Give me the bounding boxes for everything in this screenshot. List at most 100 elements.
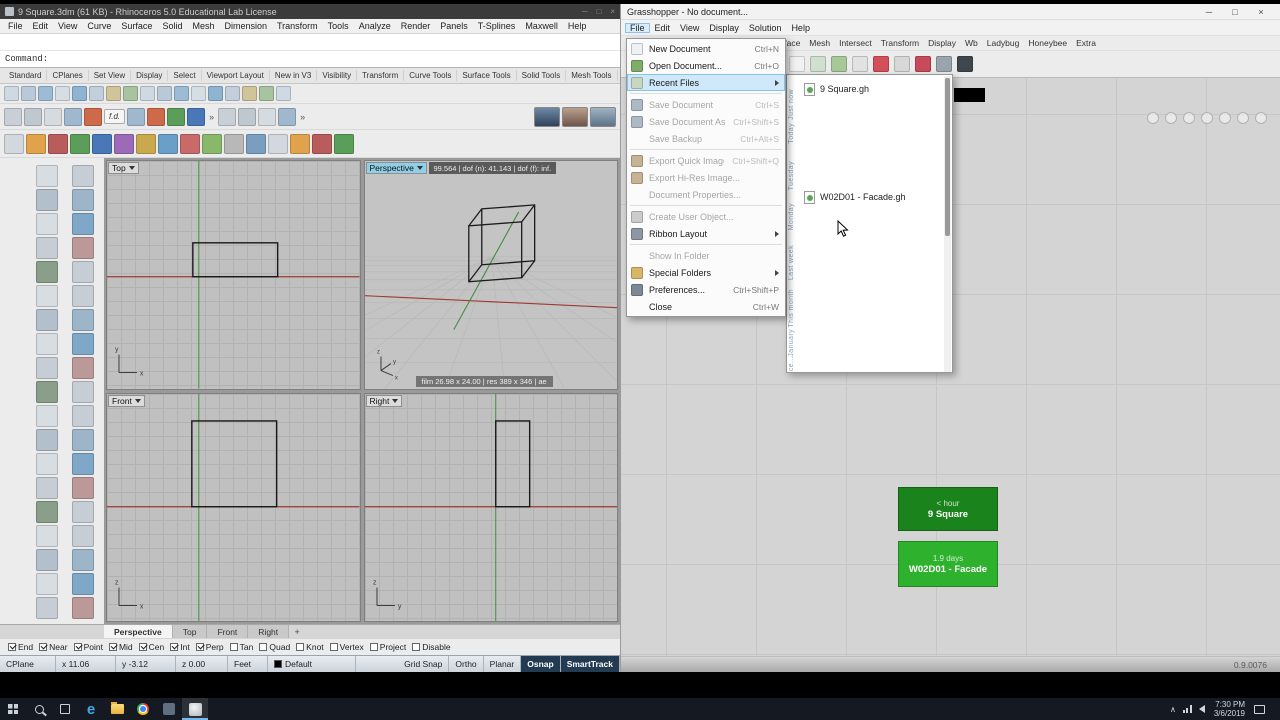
tool-icon[interactable] — [225, 86, 240, 101]
toolbar-overflow-icon[interactable]: » — [207, 112, 216, 122]
tool-icon[interactable] — [72, 86, 87, 101]
recent-file-9-square-gh[interactable]: 9 Square.gh — [804, 81, 869, 97]
square-curve[interactable] — [191, 419, 278, 507]
rhino-menu-help[interactable]: Help — [563, 21, 592, 31]
canvas-widget-icon[interactable] — [1183, 112, 1195, 124]
tool-icon[interactable] — [72, 477, 94, 499]
tool-icon[interactable] — [218, 107, 237, 126]
file-menu-item-save-backup[interactable]: Save Backup Ctrl+Alt+S — [627, 130, 785, 147]
osnap-end[interactable]: End — [8, 642, 33, 652]
osnap-int[interactable]: Int — [170, 642, 190, 652]
tool-icon[interactable] — [36, 429, 58, 451]
tool-icon[interactable] — [72, 357, 94, 379]
tool-icon[interactable] — [89, 86, 104, 101]
tool-icon[interactable] — [64, 107, 82, 126]
rhino-toolbar-tab-surface-tools[interactable]: Surface Tools — [457, 70, 517, 81]
tool-icon[interactable] — [36, 405, 58, 427]
close-icon[interactable]: × — [1248, 5, 1274, 19]
tool-icon[interactable] — [36, 237, 58, 259]
checkbox-project[interactable] — [369, 643, 378, 651]
tool-icon[interactable] — [915, 56, 931, 72]
rectangle-curve[interactable] — [494, 419, 530, 507]
taskbar-icon-rhino[interactable] — [182, 698, 208, 720]
file-menu-item-recent-files[interactable]: Recent Files — [627, 74, 785, 91]
file-menu-item-ribbon-layout[interactable]: Ribbon Layout — [627, 225, 785, 242]
tool-icon[interactable] — [36, 189, 58, 211]
recent-files-scrollbar[interactable] — [944, 76, 951, 372]
gh-menu-file[interactable]: File — [625, 22, 650, 33]
file-menu-item-save-document-as[interactable]: Save Document As... Ctrl+Shift+S — [627, 113, 785, 130]
file-menu-item-show-in-folder[interactable]: Show In Folder — [627, 247, 785, 264]
osnap-quad[interactable]: Quad — [259, 642, 290, 652]
viewport-right-label[interactable]: Right — [365, 394, 403, 407]
hidden-icons-chevron-icon[interactable]: ∧ — [1170, 705, 1176, 714]
tool-icon[interactable] — [36, 213, 58, 235]
action-center-icon[interactable] — [1254, 704, 1265, 714]
minimize-icon[interactable]: ─ — [1196, 5, 1222, 19]
tool-icon[interactable] — [72, 405, 94, 427]
tool-icon[interactable] — [36, 453, 58, 475]
tool-icon[interactable] — [4, 133, 24, 154]
gh-menu-display[interactable]: Display — [704, 23, 744, 33]
taskbar-icon-search[interactable] — [26, 698, 52, 720]
viewport-top-label[interactable]: Top — [108, 162, 139, 174]
checkbox-near[interactable] — [39, 643, 48, 651]
tool-icon[interactable] — [957, 56, 973, 72]
tool-icon[interactable] — [55, 86, 70, 101]
checkbox-point[interactable] — [73, 643, 82, 651]
checkbox-knot[interactable] — [296, 643, 305, 651]
viewport-top[interactable]: Top x y — [106, 160, 361, 390]
tool-icon[interactable] — [136, 133, 156, 154]
file-menu-item-preferences[interactable]: Preferences... Ctrl+Shift+P — [627, 281, 785, 298]
tool-icon[interactable] — [72, 213, 94, 235]
viewport-tab-right[interactable]: Right — [248, 625, 290, 638]
file-menu-item-open-document[interactable]: Open Document... Ctrl+O — [627, 57, 785, 74]
checkbox-disable[interactable] — [412, 643, 421, 651]
tool-icon[interactable] — [26, 133, 46, 154]
tool-icon[interactable] — [180, 133, 200, 154]
rhino-toolbar-tab-display[interactable]: Display — [131, 70, 169, 81]
rhino-toolbar-tab-new-in-v3[interactable]: New in V3 — [270, 70, 318, 81]
tool-icon[interactable] — [167, 107, 186, 126]
rhino-menu-analyze[interactable]: Analyze — [354, 21, 396, 31]
gh-ribbon-tab-intersect[interactable]: Intersect — [839, 38, 872, 48]
network-icon[interactable] — [1182, 705, 1192, 713]
tool-icon[interactable] — [84, 107, 102, 126]
viewport-right[interactable]: Right y z — [363, 392, 618, 622]
file-menu-item-create-user-object[interactable]: Create User Object... — [627, 208, 785, 225]
tool-icon[interactable] — [36, 333, 58, 355]
gh-ribbon-tab-ladybug[interactable]: Ladybug — [987, 38, 1020, 48]
tool-icon[interactable] — [278, 107, 297, 126]
tool-icon[interactable] — [224, 133, 244, 154]
rhino-command-area[interactable]: Command: — [0, 34, 620, 68]
rhino-menu-tools[interactable]: Tools — [323, 21, 354, 31]
new-viewport-tab-button[interactable]: + — [289, 625, 305, 638]
tool-icon[interactable] — [123, 86, 138, 101]
osnap-near[interactable]: Near — [39, 642, 68, 652]
tool-icon[interactable] — [72, 525, 94, 547]
tool-icon[interactable] — [852, 56, 868, 72]
rhino-menu-surface[interactable]: Surface — [116, 21, 157, 31]
tool-icon[interactable] — [36, 477, 58, 499]
rhino-command-line[interactable]: Command: — [0, 51, 620, 67]
tool-icon[interactable] — [36, 573, 58, 595]
rectangle-curve[interactable] — [192, 242, 279, 278]
tool-icon[interactable] — [72, 189, 94, 211]
rhino-toolbar-tab-curve-tools[interactable]: Curve Tools — [404, 70, 458, 81]
rhino-toolbar-tab-select[interactable]: Select — [168, 70, 202, 81]
tool-icon[interactable] — [36, 165, 58, 187]
gh-ribbon-tab-wb[interactable]: Wb — [965, 38, 978, 48]
rhino-toolbar-tab-viewport-layout[interactable]: Viewport Layout — [202, 70, 270, 81]
tool-icon[interactable] — [208, 86, 223, 101]
rhino-toolbar-tab-set-view[interactable]: Set View — [89, 70, 132, 81]
canvas-widget-icon[interactable] — [1201, 112, 1213, 124]
file-menu-item-close[interactable]: Close Ctrl+W — [627, 298, 785, 315]
tool-icon[interactable] — [70, 133, 90, 154]
rhino-menu-view[interactable]: View — [53, 21, 82, 31]
viewport-front-label[interactable]: Front — [108, 394, 145, 407]
taskbar-icon-chrome[interactable] — [130, 698, 156, 720]
tool-icon[interactable] — [92, 133, 112, 154]
gh-menu-view[interactable]: View — [675, 23, 704, 33]
canvas-widget-icon[interactable] — [1237, 112, 1249, 124]
tool-icon[interactable] — [312, 133, 332, 154]
